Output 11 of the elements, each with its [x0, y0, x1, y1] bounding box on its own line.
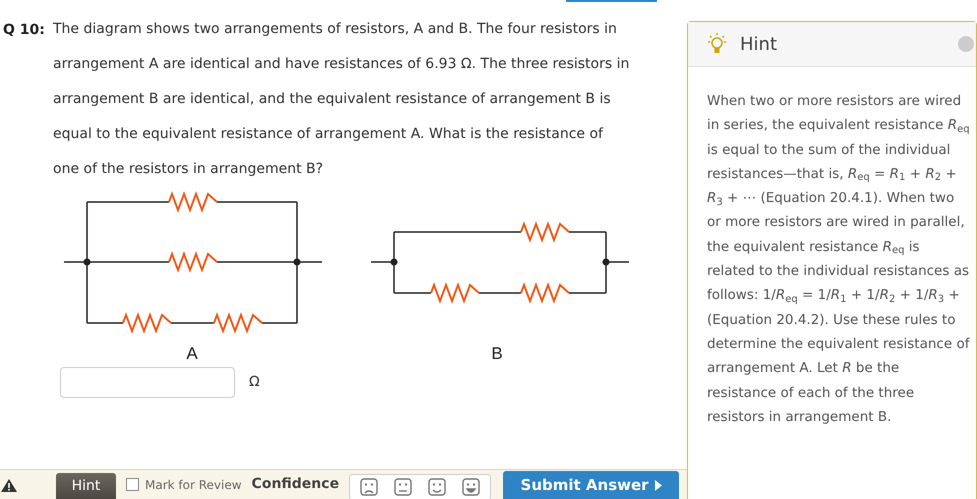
- arrangement-label: A: [186, 344, 198, 363]
- submit-answer-button[interactable]: Submit Answer: [503, 470, 680, 499]
- unit-label: Ω: [249, 373, 260, 392]
- confidence-label: Confidence: [252, 475, 340, 494]
- hint-text: When two or more resistors are wired in series, the equivalent resistance R$_{eq}$ is equal to the sum of the individual resistances—that is, R$_{eq}$ = R$_{1}$ + R$_{2}$ + R$_{3}$ + ⋯ (Equation 20.4.1). When two or more resistors are wired in parallel, the equivalent resistance R$_{eq}$ is related to the individual resistances as follows: 1/R$_{eq}$ = 1/R$_{1}$ + 1/R$_{2}$ + 1/R$_{3}$ + (Equation 20.4.2). Use these rules to determine the equivalent resistance of arrangement A. Let R be the resistance of each of the three resistors in arrangement B.: [706, 92, 971, 427]
- question-text: The diagram shows two arrangements of resistors, A and B. The four resistors in arrangement A are identical and have resistances of 6.93 Ω. The three resistors in arrangement B are identical, and the equivalent resistance of arrangement B is equal to the equivalent resistance of arrangement A. What is the resistance of one of the resistors in arrangement B?: [53, 20, 630, 179]
- hint-button[interactable]: Hint: [56, 472, 116, 499]
- mark-for-review-label: Mark for Review: [145, 476, 242, 494]
- hint-title: Hint: [740, 32, 778, 56]
- arrangement-label: B: [491, 344, 503, 363]
- question-number: Q 10:: [3, 21, 46, 40]
